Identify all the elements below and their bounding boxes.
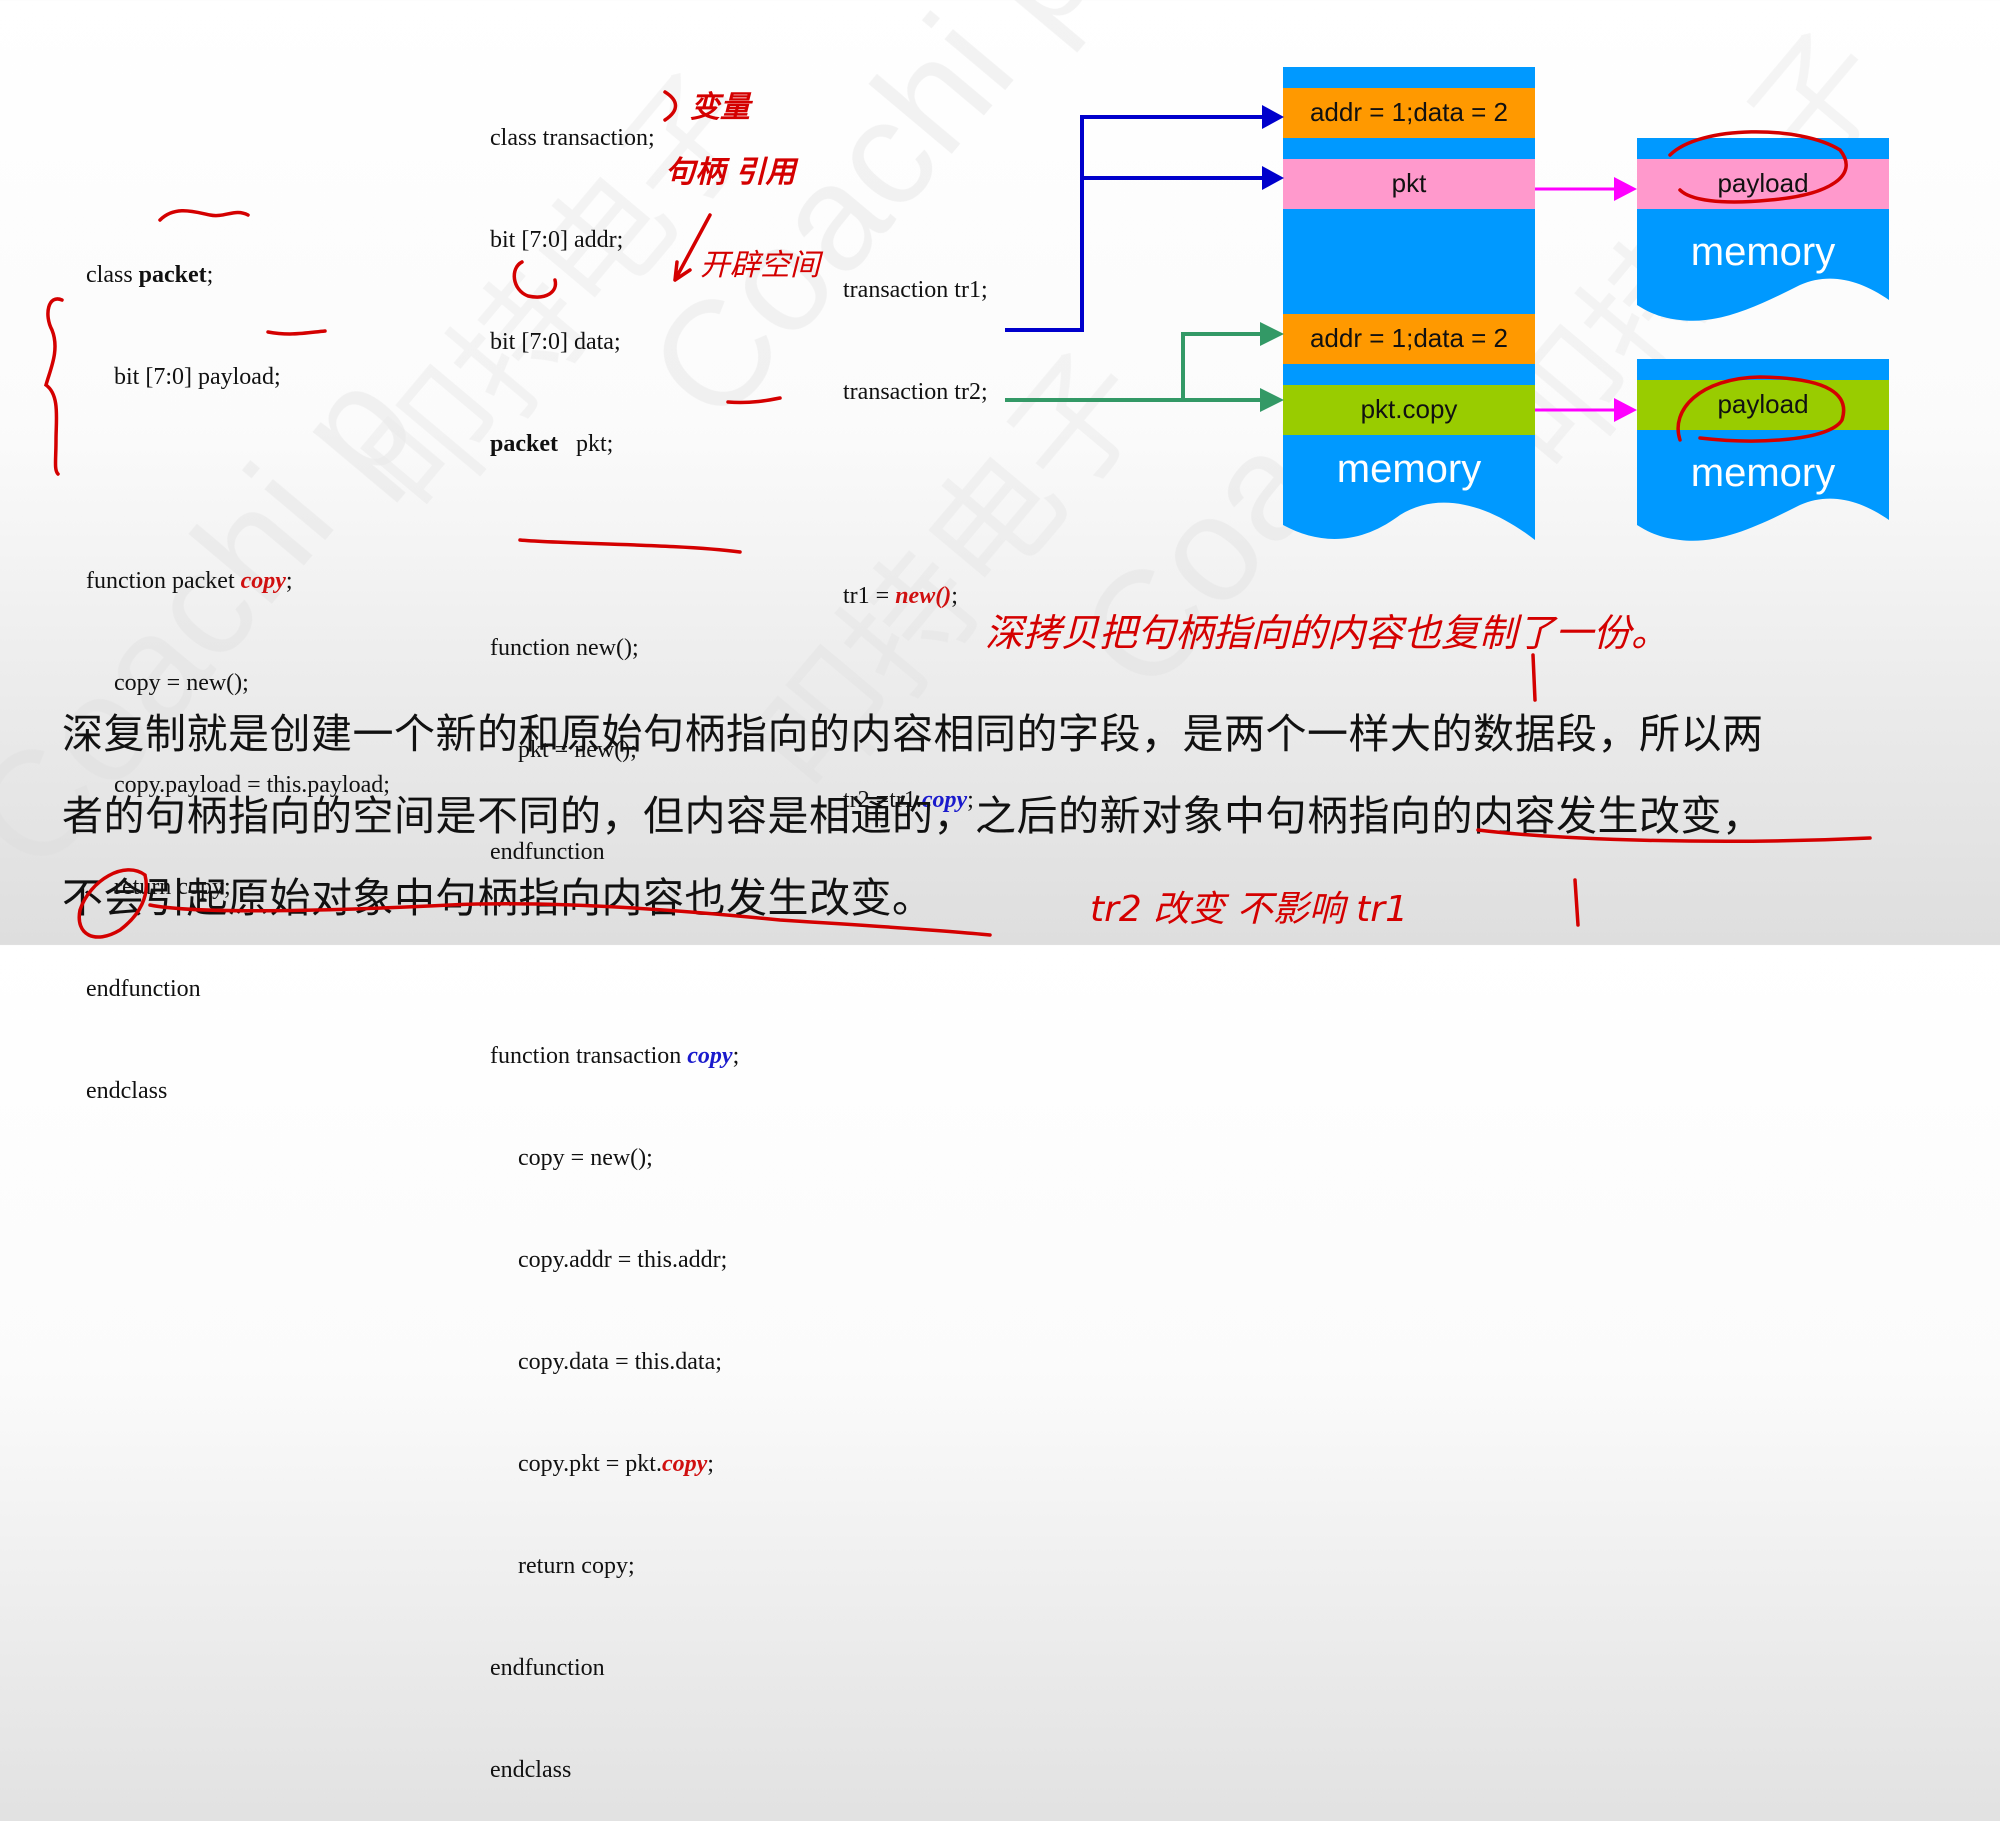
main-memory-body <box>1283 67 1535 540</box>
note-variables: 变量 <box>690 90 750 125</box>
field-pkt-copy-label: pkt.copy <box>1361 394 1458 424</box>
tr2-arrows <box>1005 332 1270 402</box>
code-text: ; <box>707 1451 714 1477</box>
code-text: function packet <box>86 568 241 594</box>
payload-field-2 <box>1637 380 1889 430</box>
code-keyword-copy: copy <box>240 568 286 594</box>
payload-field-2-label: payload <box>1717 389 1808 419</box>
main-memory-label: memory <box>1337 447 1481 491</box>
code-text: ; <box>732 1043 740 1069</box>
circle-payload-1 <box>1668 130 1848 204</box>
code-text: copy.pkt = pkt. <box>518 1451 662 1477</box>
payload-memory-block-2: payload memory <box>1637 359 1889 541</box>
arrowhead-green-1 <box>1260 322 1284 346</box>
code-line: transaction tr1; <box>843 277 988 303</box>
note-alloc-space: 开辟空间 <box>700 248 820 283</box>
brace-function <box>43 297 64 476</box>
code-line: endfunction <box>490 1655 605 1681</box>
main-memory-block: addr = 1;data = 2 pkt addr = 1;data = 2 … <box>1283 67 1535 540</box>
note-handle-ref: 句柄 引用 <box>665 155 796 190</box>
code-keyword-new: new() <box>895 583 952 609</box>
code-line: endclass <box>86 1078 168 1104</box>
code-line: tr1 = new(); <box>843 579 988 613</box>
code-text: ; <box>285 568 293 594</box>
field-addr-data-1-label: addr = 1;data = 2 <box>1310 97 1508 127</box>
code-keyword: packet <box>490 431 558 457</box>
code-keyword-copy: copy <box>687 1043 733 1069</box>
code-line: bit [7:0] payload; <box>114 364 281 390</box>
code-text: ; <box>951 583 958 609</box>
explanation-line-2: 者的句柄指向的空间是不同的，但内容是相通的，之后的新对象中句柄指向的内容发生改变… <box>62 792 1764 840</box>
field-addr-data-2-label: addr = 1;data = 2 <box>1310 323 1508 353</box>
field-pkt-label: pkt <box>1392 168 1427 198</box>
code-keyword-copy: copy <box>661 1451 708 1477</box>
code-line: bit [7:0] data; <box>490 329 621 355</box>
payload-memory-2-label: memory <box>1691 451 1835 495</box>
code-line: function transaction copy; <box>490 1039 739 1073</box>
code-packet-class: class packet; bit [7:0] payload; functio… <box>86 190 390 1142</box>
code-text: function transaction <box>490 1043 688 1069</box>
code-line: copy = new(); <box>114 670 249 696</box>
code-line: copy = new(); <box>518 1145 653 1171</box>
code-text: class <box>86 262 139 288</box>
code-line: function packet copy; <box>86 564 390 598</box>
field-pkt <box>1283 159 1535 209</box>
code-text: ; <box>206 262 214 288</box>
note-tr2: tr2 改变 不影响 tr1 <box>1090 889 1408 930</box>
arrowhead-magenta-2 <box>1614 398 1637 422</box>
code-line: copy.addr = this.addr; <box>518 1247 728 1273</box>
code-line: copy.pkt = pkt.copy; <box>490 1447 739 1481</box>
field-pkt-copy <box>1283 385 1535 435</box>
note-deep-copy: 深拷贝把句柄指向的内容也复制了一份。 <box>985 611 1670 655</box>
mark-tr1 <box>1573 878 1580 927</box>
payload-arrows <box>1535 187 1625 412</box>
payload-field-1 <box>1637 159 1889 209</box>
mark-deep-copy <box>1531 653 1537 702</box>
code-transaction-class: class transaction; bit [7:0] addr; bit [… <box>490 53 739 1821</box>
code-line: class packet; <box>86 258 390 292</box>
code-text: pkt; <box>558 431 614 457</box>
arrowhead-magenta-1 <box>1614 177 1637 201</box>
payload-field-1-label: payload <box>1717 168 1808 198</box>
field-addr-data-1 <box>1283 88 1535 138</box>
field-addr-data-2 <box>1283 314 1535 364</box>
payload-memory-block-1: payload memory <box>1637 138 1889 321</box>
code-text: tr1 = <box>843 583 896 609</box>
code-line: endclass <box>490 1757 572 1783</box>
code-line: return copy; <box>518 1553 635 1579</box>
circle-payload-2 <box>1676 375 1846 443</box>
arrowhead-green-2 <box>1260 388 1284 412</box>
payload-memory-1-body <box>1637 138 1889 321</box>
explanation-line-3: 不会引起原始对象中句柄指向内容也发生改变。 <box>62 874 934 922</box>
payload-memory-2-body <box>1637 359 1889 541</box>
arrowhead-blue-2 <box>1262 166 1284 190</box>
explanation-line-1: 深复制就是创建一个新的和原始句柄指向的内容相同的字段，是两个一样大的数据段，所以… <box>62 710 1764 758</box>
code-line: transaction tr2; <box>843 379 988 405</box>
arrowhead-blue-1 <box>1262 105 1284 129</box>
code-line: copy.data = this.data; <box>518 1349 722 1375</box>
watermark-text-6: 叩持电子 <box>1467 4 1918 500</box>
code-keyword: packet <box>138 262 207 288</box>
tr1-arrows <box>1005 115 1270 332</box>
code-line: packet pkt; <box>490 427 739 461</box>
arrow-tr1-to-addr <box>1005 115 1270 332</box>
payload-memory-1-label: memory <box>1691 230 1835 274</box>
code-line: function new(); <box>490 635 639 661</box>
code-line: endfunction <box>86 976 201 1002</box>
arrow-tr2-to-addr <box>1181 332 1270 400</box>
